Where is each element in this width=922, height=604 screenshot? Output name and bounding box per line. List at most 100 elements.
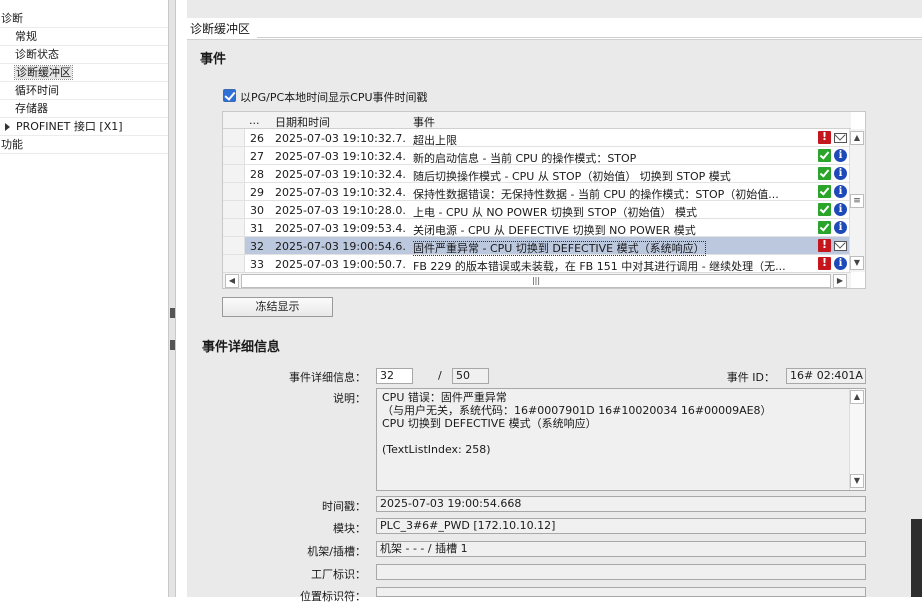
detail-index-label: 事件详细信息： bbox=[289, 371, 366, 384]
rack-slot-field: 机架 - - - / 插槽 1 bbox=[376, 541, 866, 557]
description-line: CPU 错误：固件严重异常 bbox=[382, 391, 507, 404]
ok-status-icon bbox=[818, 221, 831, 234]
info-icon[interactable] bbox=[834, 149, 847, 162]
description-line: CPU 切换到 DEFECTIVE 模式（系统响应） bbox=[382, 417, 597, 430]
error-status-icon bbox=[818, 130, 831, 144]
scroll-up-button[interactable]: ▲ bbox=[850, 390, 864, 404]
row-selector[interactable] bbox=[223, 183, 245, 200]
freeze-display-button[interactable]: 冻结显示 bbox=[222, 297, 333, 317]
tree-item-general[interactable]: 常规 bbox=[0, 28, 168, 46]
table-row[interactable]: 30 2025-07-03 19:10:28.0... 上电 - CPU 从 N… bbox=[223, 201, 851, 219]
info-icon[interactable] bbox=[834, 167, 847, 180]
row-selector[interactable] bbox=[223, 255, 245, 272]
events-table: ... 日期和时间 事件 26 2025-07-03 19:10:32.7...… bbox=[222, 111, 866, 289]
column-header-event[interactable]: 事件 bbox=[413, 114, 435, 130]
table-header: ... 日期和时间 事件 bbox=[223, 112, 851, 129]
column-header-datetime[interactable]: 日期和时间 bbox=[275, 114, 330, 130]
table-row[interactable]: 28 2025-07-03 19:10:32.4... 随后切换操作模式 - C… bbox=[223, 165, 851, 183]
rack-slot-label: 机架/插槽： bbox=[307, 545, 366, 558]
description-textarea[interactable]: CPU 错误：固件严重异常 （与用户无关，系统代码：16#0007901D 16… bbox=[376, 388, 866, 491]
detail-index-field[interactable]: 32 bbox=[376, 368, 413, 384]
tree-item-label: 诊断状态 bbox=[15, 48, 59, 61]
panel-splitter[interactable] bbox=[168, 0, 176, 597]
table-row[interactable]: 26 2025-07-03 19:10:32.7... 超出上限 bbox=[223, 129, 851, 147]
row-selector[interactable] bbox=[223, 165, 245, 182]
table-row[interactable]: 29 2025-07-03 19:10:32.4... 保持性数据错误：无保持性… bbox=[223, 183, 851, 201]
tree-item-functions[interactable]: 功能 bbox=[0, 136, 168, 154]
row-selector[interactable] bbox=[223, 147, 245, 164]
table-row[interactable]: 27 2025-07-03 19:10:32.4... 新的启动信息 - 当前 … bbox=[223, 147, 851, 165]
local-time-checkbox[interactable] bbox=[223, 89, 236, 102]
plant-id-field bbox=[376, 564, 866, 580]
ok-status-icon bbox=[818, 149, 831, 162]
events-section-title: 事件 bbox=[200, 52, 227, 67]
scroll-down-button[interactable]: ▼ bbox=[850, 474, 864, 488]
scroll-up-button[interactable]: ▲ bbox=[850, 131, 864, 145]
description-label: 说明： bbox=[333, 392, 366, 405]
tree-item-label: 存储器 bbox=[15, 102, 48, 115]
row-selector[interactable] bbox=[223, 219, 245, 236]
event-id-field: 16# 02:401A bbox=[786, 368, 866, 384]
detail-index-separator: / bbox=[438, 369, 442, 382]
tree-item-diagnostic-status[interactable]: 诊断状态 bbox=[0, 46, 168, 64]
row-datetime: 2025-07-03 19:10:28.0... bbox=[275, 204, 405, 217]
row-datetime: 2025-07-03 19:10:32.4... bbox=[275, 186, 405, 199]
info-icon[interactable] bbox=[834, 257, 847, 270]
row-event: 固件严重异常 - CPU 切换到 DEFECTIVE 模式（系统响应） bbox=[413, 240, 813, 256]
table-horizontal-scrollbar[interactable]: ◀ ||| ▶ bbox=[223, 272, 851, 288]
module-label: 模块： bbox=[333, 522, 366, 535]
row-selector[interactable] bbox=[223, 237, 245, 254]
event-id-label: 事件 ID： bbox=[726, 371, 775, 384]
tree-item-label: PROFINET 接口 [X1] bbox=[16, 120, 123, 133]
table-row[interactable]: 33 2025-07-03 19:00:50.7... FB 229 的版本错误… bbox=[223, 255, 851, 273]
scroll-left-button[interactable]: ◀ bbox=[225, 274, 239, 288]
panel-gap bbox=[176, 0, 187, 597]
row-number: 33 bbox=[250, 258, 264, 271]
module-field: PLC_3#6#_PWD [172.10.10.12] bbox=[376, 518, 866, 534]
table-vertical-scrollbar[interactable]: ▲ ≡ ▼ bbox=[849, 129, 865, 272]
message-icon[interactable] bbox=[834, 241, 847, 251]
description-line bbox=[382, 430, 845, 443]
info-icon[interactable] bbox=[834, 203, 847, 216]
expand-arrow-icon[interactable] bbox=[5, 123, 10, 131]
tree-item-diagnostic-buffer[interactable]: 诊断缓冲区 bbox=[0, 64, 168, 82]
error-status-icon bbox=[818, 238, 831, 252]
scroll-thumb[interactable]: ≡ bbox=[850, 194, 864, 208]
splitter-grip-icon[interactable] bbox=[170, 340, 175, 350]
tree-item-diagnostics[interactable]: 诊断 bbox=[0, 10, 168, 28]
row-number: 31 bbox=[250, 222, 264, 235]
column-header-index[interactable]: ... bbox=[249, 114, 260, 127]
row-selector[interactable] bbox=[223, 129, 245, 146]
info-icon[interactable] bbox=[834, 185, 847, 198]
tree-item-cycle-time[interactable]: 循环时间 bbox=[0, 82, 168, 100]
info-icon[interactable] bbox=[834, 221, 847, 234]
location-id-field bbox=[376, 587, 866, 597]
tree-item-label: 功能 bbox=[1, 138, 23, 151]
row-selector[interactable] bbox=[223, 201, 245, 218]
panel-header: 诊断缓冲区 bbox=[187, 18, 922, 40]
plant-id-label: 工厂标识： bbox=[311, 568, 366, 581]
scroll-thumb-horizontal[interactable]: ||| bbox=[241, 274, 831, 288]
navigation-tree: 诊断 常规 诊断状态 诊断缓冲区 循环时间 存储器 PROFINET 接口 [X… bbox=[0, 0, 168, 597]
scroll-down-button[interactable]: ▼ bbox=[850, 256, 864, 270]
tree-item-profinet-interface[interactable]: PROFINET 接口 [X1] bbox=[0, 118, 168, 136]
row-number: 26 bbox=[250, 132, 264, 145]
splitter-grip-icon[interactable] bbox=[170, 308, 175, 318]
row-datetime: 2025-07-03 19:09:53.4... bbox=[275, 222, 405, 235]
description-scrollbar[interactable]: ▲ ▼ bbox=[849, 389, 865, 490]
timestamp-label: 时间戳： bbox=[322, 500, 366, 513]
local-time-checkbox-label[interactable]: 以PG/PC本地时间显示CPU事件时间戳 bbox=[240, 89, 428, 105]
row-datetime: 2025-07-03 19:10:32.4... bbox=[275, 168, 405, 181]
row-event: 新的启动信息 - 当前 CPU 的操作模式：STOP bbox=[413, 152, 637, 165]
tree-item-label: 诊断 bbox=[1, 12, 23, 25]
message-icon[interactable] bbox=[834, 133, 847, 143]
row-datetime: 2025-07-03 19:00:54.6... bbox=[275, 240, 405, 253]
tree-item-memory[interactable]: 存储器 bbox=[0, 100, 168, 118]
row-number: 27 bbox=[250, 150, 264, 163]
row-number: 29 bbox=[250, 186, 264, 199]
event-details-title: 事件详细信息 bbox=[202, 340, 281, 355]
row-datetime: 2025-07-03 19:00:50.7... bbox=[275, 258, 405, 271]
table-row-selected[interactable]: 32 2025-07-03 19:00:54.6... 固件严重异常 - CPU… bbox=[223, 237, 851, 256]
scroll-right-button[interactable]: ▶ bbox=[833, 274, 847, 288]
table-row[interactable]: 31 2025-07-03 19:09:53.4... 关闭电源 - CPU 从… bbox=[223, 219, 851, 237]
